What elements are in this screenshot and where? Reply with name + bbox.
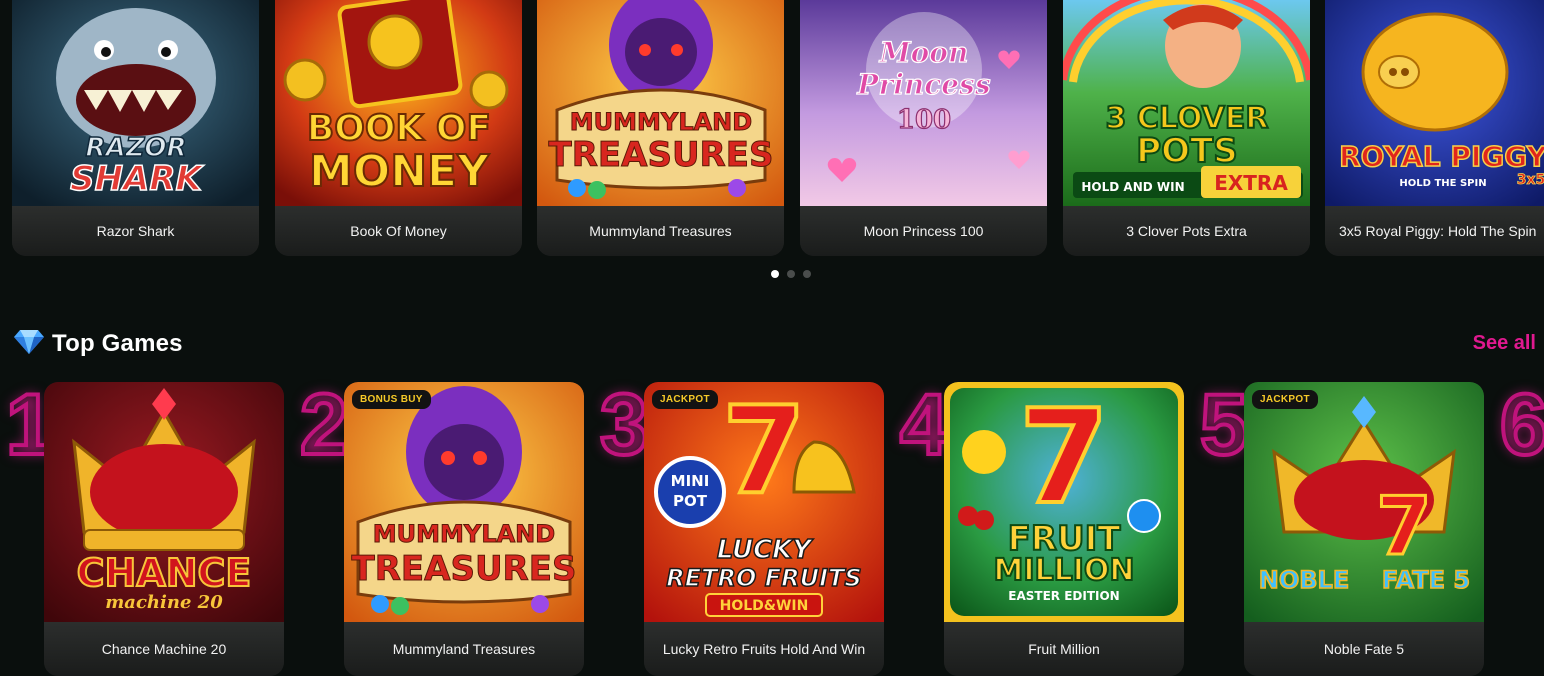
top-game-card-noble-fate-5[interactable]: JACKPOT 7 NOBLE FATE 5 Noble Fate 5 [1244,382,1484,676]
top-game-card-chance-machine-20[interactable]: CHANCE machine 20 Chance Machine 20 [44,382,284,676]
logo-text: RETRO FRUITS [666,564,861,592]
logo-text: TREASURES [549,135,774,175]
rank-number: 5 [1198,377,1250,473]
pagination-dot-active[interactable] [771,270,779,278]
logo-text: MUMMYLAND [373,520,555,548]
game-thumbnail[interactable]: BOOK OF MONEY [275,0,522,206]
logo-text: MINI [671,472,710,490]
diamond-icon [14,328,44,359]
game-card-book-of-money[interactable]: BOOK OF MONEY Book Of Money [275,0,522,256]
game-title: Mummyland Treasures [537,206,784,256]
game-card-mummyland-treasures[interactable]: MUMMYLAND TREASURES Mummyland Treasures [537,0,784,256]
game-title: Moon Princess 100 [800,206,1047,256]
game-thumbnail[interactable]: MUMMYLAND TREASURES [344,382,584,622]
pagination-dot[interactable] [787,270,795,278]
game-thumbnail[interactable]: RAZOR SHARK [12,0,259,206]
logo-text: MILLION [993,553,1134,588]
logo-text: Princess [856,68,990,101]
bonus-buy-badge: BONUS BUY [352,390,431,409]
carousel-pagination [771,270,811,278]
game-title: 3 Clover Pots Extra [1063,206,1310,256]
logo-text: POTS [1136,131,1238,171]
game-thumbnail[interactable]: 7 NOBLE FATE 5 [1244,382,1484,622]
game-title: Chance Machine 20 [44,622,284,676]
game-title: Lucky Retro Fruits Hold And Win [644,622,884,676]
logo-text: SHARK [70,159,204,199]
logo-text: 3x5 [1517,172,1544,188]
seven-icon: 7 [722,382,806,521]
section-title: Top Games [52,329,183,357]
game-title: Noble Fate 5 [1244,622,1484,676]
see-all-link[interactable]: See all [1473,332,1536,355]
game-card-razor-shark[interactable]: RAZOR SHARK Razor Shark [12,0,259,256]
top-games-row: 1 2 3 4 5 6 CHANCE machine 20 Chance Mac… [0,377,1544,676]
game-title: Mummyland Treasures [344,622,584,676]
jackpot-badge: JACKPOT [1252,390,1318,409]
logo-text: HOLD THE SPIN [1399,178,1486,189]
logo-text: BOOK OF [307,108,491,149]
game-card-moon-princess-100[interactable]: Moon Princess 100 Moon Princess 100 [800,0,1047,256]
game-thumbnail[interactable]: Moon Princess 100 [800,0,1047,206]
pagination-dot[interactable] [803,270,811,278]
logo-text: FATE 5 [1382,566,1470,594]
game-title: Razor Shark [12,206,259,256]
logo-text: HOLD&WIN [720,598,809,614]
top-game-card-mummyland-treasures[interactable]: BONUS BUY MUMMYLAND TREASURES Mummyland … [344,382,584,676]
logo-text: ROYAL PIGGY [1339,140,1544,173]
game-carousel: RAZOR SHARK Razor Shark BOOK OF MONEY Bo… [12,0,1544,256]
game-title: Book Of Money [275,206,522,256]
logo-text: 100 [897,105,951,135]
logo-text: TREASURES [352,549,577,589]
top-game-card-lucky-retro-fruits[interactable]: JACKPOT 7 MINI POT LUCKY RETRO FRUITS HO… [644,382,884,676]
rank-number: 6 [1498,377,1544,473]
game-title: Fruit Million [944,622,1184,676]
game-thumbnail[interactable]: MUMMYLAND TREASURES [537,0,784,206]
logo-text: POT [673,492,708,510]
game-thumbnail[interactable]: CHANCE machine 20 [44,382,284,622]
logo-text: machine 20 [105,592,223,613]
game-thumbnail[interactable]: 3 CLOVER POTS HOLD AND WIN EXTRA [1063,0,1310,206]
rank-number: 3 [598,377,650,473]
game-card-3x5-royal-piggy[interactable]: ROYAL PIGGY HOLD THE SPIN 3x5 3x5 Royal … [1325,0,1544,256]
logo-text: MUMMYLAND [570,108,752,136]
game-card-3-clover-pots-extra[interactable]: 3 CLOVER POTS HOLD AND WIN EXTRA 3 Clove… [1063,0,1310,256]
logo-text: EASTER EDITION [1008,589,1119,603]
logo-text: MONEY [309,146,490,197]
top-game-card-fruit-million[interactable]: 7 FRUIT MILLION EASTER EDITION Fruit Mil… [944,382,1184,676]
game-thumbnail[interactable]: 7 MINI POT LUCKY RETRO FRUITS HOLD&WIN [644,382,884,622]
seven-icon: 7 [1376,480,1432,573]
casino-lobby: RAZOR SHARK Razor Shark BOOK OF MONEY Bo… [0,0,1544,676]
rank-number: 2 [298,377,350,473]
jackpot-badge: JACKPOT [652,390,718,409]
seven-icon: 7 [1019,382,1109,533]
logo-text: Moon [879,36,969,69]
logo-text: HOLD AND WIN [1081,180,1184,194]
game-title: 3x5 Royal Piggy: Hold The Spin [1325,206,1544,256]
logo-text: LUCKY [717,535,814,565]
game-thumbnail[interactable]: 7 FRUIT MILLION EASTER EDITION [944,382,1184,622]
game-thumbnail[interactable]: ROYAL PIGGY HOLD THE SPIN 3x5 [1325,0,1544,206]
rank-number: 4 [898,377,950,473]
logo-text: NOBLE [1259,566,1349,594]
section-header: Top Games [14,328,183,359]
logo-text: EXTRA [1214,171,1288,195]
logo-text: CHANCE [77,551,252,595]
